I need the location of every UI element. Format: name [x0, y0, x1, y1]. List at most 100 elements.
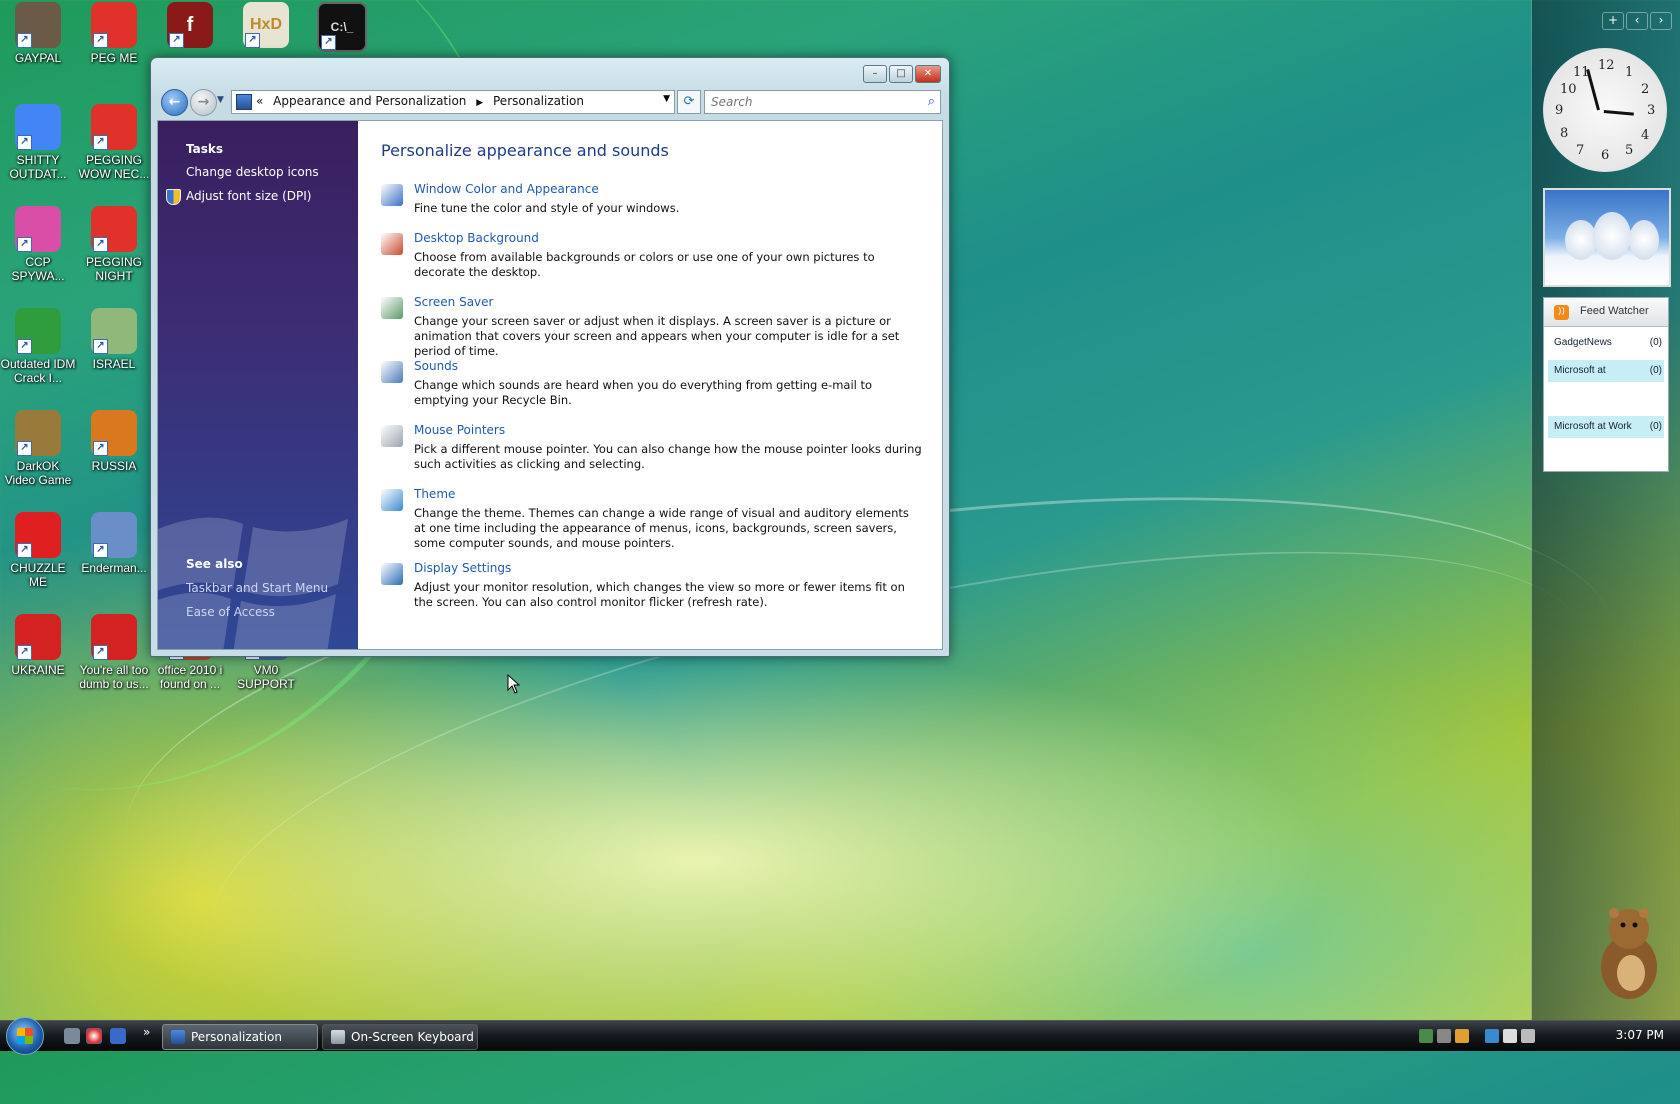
item-link[interactable]: Window Color and Appearance	[414, 182, 599, 196]
item-link[interactable]: Display Settings	[414, 561, 511, 575]
feed-watcher-gadget[interactable]: )) Feed Watcher GadgetNews (0) Microsoft…	[1543, 297, 1669, 472]
desktop-icon-label: DarkOK Video Game	[4, 459, 72, 487]
desktop-icon[interactable]: ↗ CCP SPYWA...	[0, 206, 76, 283]
next-gadget-button[interactable]: ›	[1650, 12, 1672, 30]
power-icon[interactable]	[1521, 1029, 1535, 1043]
item-icon[interactable]	[381, 563, 403, 585]
item-link[interactable]: Theme	[414, 487, 455, 501]
taskbar-button-personalization[interactable]: Personalization	[162, 1024, 318, 1050]
clock-time[interactable]: 3:07 PM	[1616, 1028, 1664, 1042]
settings-icon[interactable]	[1437, 1029, 1451, 1043]
search-icon[interactable]: ⌕	[928, 94, 935, 109]
add-gadget-button[interactable]: +	[1602, 12, 1624, 30]
item-description: Adjust your monitor resolution, which ch…	[414, 580, 905, 609]
shortcut-arrow-icon: ↗	[93, 645, 108, 660]
desktop-icon[interactable]: ↗ You're all too dumb to us...	[76, 614, 152, 691]
desktop-icon-label: UKRAINE	[11, 663, 65, 677]
address-bar[interactable]: « Appearance and Personalization ▶ Perso…	[231, 90, 675, 114]
quicklaunch-overflow-icon[interactable]: »	[143, 1025, 150, 1039]
item-link[interactable]: Screen Saver	[414, 295, 493, 309]
desktop-icon[interactable]: ↗ PEGGING NIGHT	[76, 206, 152, 283]
quicklaunch-switch-windows-icon[interactable]	[64, 1028, 80, 1044]
breadcrumb-personalization[interactable]: Personalization	[493, 94, 584, 108]
desktop-icon-image: ↗	[15, 308, 61, 354]
clock-numeral: 9	[1555, 103, 1564, 118]
refresh-button[interactable]: ⟳	[677, 90, 701, 114]
clock-hour-hand	[1603, 110, 1634, 116]
recent-pages-dropdown[interactable]: ▼	[217, 95, 224, 105]
connection-icon[interactable]	[1485, 1029, 1499, 1043]
volume-muted-icon[interactable]	[1503, 1029, 1517, 1043]
item-icon[interactable]	[381, 361, 403, 383]
desktop-icon[interactable]: ↗ PEGGING WOW NEC...	[76, 104, 152, 181]
main-pane: Personalize appearance and sounds Window…	[358, 121, 942, 649]
desktop-icon[interactable]: ↗ GAYPAL	[0, 2, 76, 65]
back-button[interactable]: ←	[161, 89, 188, 116]
hamster-desktop-pet[interactable]	[1595, 897, 1663, 1002]
desktop-icon[interactable]: ↗ RUSSIA	[76, 410, 152, 473]
windows-sidebar: + ‹ › 12 3 6 9 1 2 4 5 7 8 10 11 )) Feed…	[1531, 0, 1680, 1020]
close-button[interactable]: ✕	[915, 65, 941, 83]
forward-button[interactable]: →	[190, 89, 217, 116]
desktop-icon-label: PEG ME	[90, 51, 138, 65]
see-also-heading: See also	[186, 557, 243, 571]
start-button[interactable]	[6, 1017, 44, 1055]
clock-minute-hand	[1586, 69, 1600, 111]
item-icon[interactable]	[381, 184, 403, 206]
shortcut-arrow-icon: ↗	[93, 135, 108, 150]
item-link[interactable]: Sounds	[414, 359, 458, 373]
taskbar-button-onscreen-keyboard[interactable]: On-Screen Keyboard	[322, 1024, 478, 1050]
desktop-icon[interactable]: ↗ CHUZZLE ME	[0, 512, 76, 589]
shortcut-arrow-icon: ↗	[17, 33, 32, 48]
desktop-icon[interactable]: ↗ PEG ME	[76, 2, 152, 65]
search-field[interactable]: Search ⌕	[704, 90, 941, 114]
minimize-button[interactable]: –	[863, 65, 887, 83]
desktop-icon[interactable]: ↗ Outdated IDM Crack I...	[0, 308, 76, 385]
desktop-icon-image: ↗	[15, 104, 61, 150]
ease-of-access-link[interactable]: Ease of Access	[186, 605, 275, 619]
feed-name: GadgetNews	[1554, 337, 1612, 348]
personalization-item: Desktop Background Choose from available …	[381, 231, 921, 291]
clock-numeral: 6	[1601, 148, 1610, 163]
window-content: Tasks Change desktop icons Adjust font s…	[157, 120, 943, 650]
item-icon[interactable]	[381, 425, 403, 447]
desktop-icon-label: GAYPAL	[14, 51, 62, 65]
tree-image	[1629, 220, 1659, 260]
quicklaunch-browser-icon[interactable]	[86, 1028, 102, 1044]
feed-row[interactable]: Microsoft at Work (0)	[1548, 416, 1664, 438]
maximize-button[interactable]: □	[889, 65, 913, 83]
clock-gadget[interactable]: 12 3 6 9 1 2 4 5 7 8 10 11	[1543, 48, 1667, 172]
quicklaunch-desktop-icon[interactable]	[110, 1028, 126, 1044]
navigation-bar: ← → ▼ « Appearance and Personalization ▶…	[159, 89, 941, 116]
hxd-icon[interactable]: HxD ↗	[228, 2, 304, 48]
item-link[interactable]: Desktop Background	[414, 231, 539, 245]
item-icon[interactable]	[381, 233, 403, 255]
feed-row[interactable]: GadgetNews (0)	[1548, 332, 1664, 354]
desktop-icon-image: ↗	[15, 512, 61, 558]
flash-icon[interactable]: f ↗	[152, 2, 228, 48]
desktop-icon[interactable]: ↗ Enderman...	[76, 512, 152, 575]
search-tray-icon[interactable]	[1455, 1029, 1469, 1043]
item-link[interactable]: Mouse Pointers	[414, 423, 505, 437]
breadcrumb-separator-icon[interactable]: ▶	[476, 98, 483, 108]
change-desktop-icons-link[interactable]: Change desktop icons	[186, 165, 319, 179]
desktop-icon[interactable]: ↗ UKRAINE	[0, 614, 76, 677]
feed-row[interactable]: Microsoft at (0)	[1548, 360, 1664, 382]
desktop-icon[interactable]: ↗ SHITTY OUTDAT...	[0, 104, 76, 181]
address-dropdown-icon[interactable]: ▼	[663, 94, 670, 104]
adjust-font-size-link[interactable]: Adjust font size (DPI)	[186, 189, 311, 203]
previous-gadget-button[interactable]: ‹	[1626, 12, 1648, 30]
desktop-icon-label: PEGGING NIGHT	[85, 255, 142, 283]
item-icon[interactable]	[381, 489, 403, 511]
network-icon[interactable]	[1419, 1029, 1433, 1043]
taskbar-start-menu-link[interactable]: Taskbar and Start Menu	[186, 581, 328, 595]
breadcrumb-appearance[interactable]: Appearance and Personalization	[273, 94, 466, 108]
item-icon[interactable]	[381, 297, 403, 319]
desktop-icon[interactable]: ↗ ISRAEL	[76, 308, 152, 371]
cmd-icon[interactable]: C:\_ ↗	[304, 2, 380, 52]
breadcrumb-overflow[interactable]: «	[256, 94, 263, 108]
personalization-item: Mouse Pointers Pick a different mouse poi…	[381, 423, 922, 483]
slideshow-gadget[interactable]	[1543, 188, 1671, 287]
feed-title: Feed Watcher	[1580, 305, 1649, 317]
desktop-icon[interactable]: ↗ DarkOK Video Game	[0, 410, 76, 487]
